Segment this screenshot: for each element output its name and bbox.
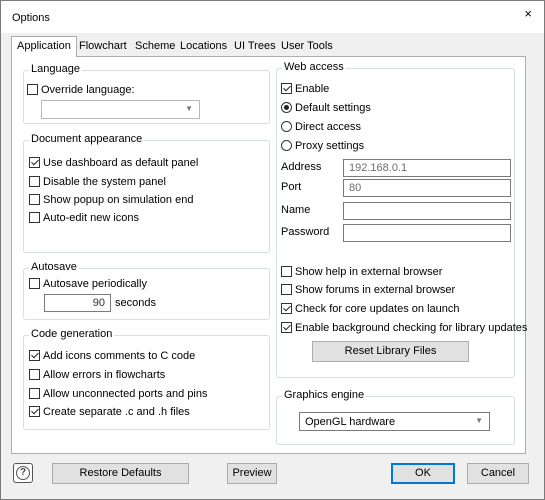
web-access-group: Web access Enable Default settings Direc… bbox=[276, 61, 527, 378]
window-title: Options bbox=[12, 12, 50, 24]
checkbox-label: Show help in external browser bbox=[295, 266, 443, 278]
autosave-periodically-checkbox[interactable]: Autosave periodically bbox=[29, 277, 147, 291]
checkbox-label: Create separate .c and .h files bbox=[43, 406, 190, 418]
checkbox-box bbox=[29, 176, 40, 187]
code-generation-title: Code generation bbox=[29, 328, 115, 340]
ok-button[interactable]: OK bbox=[391, 463, 455, 484]
address-field[interactable]: 192.168.0.1 bbox=[343, 159, 511, 177]
cancel-button[interactable]: Cancel bbox=[467, 463, 529, 484]
autosave-interval-input[interactable]: 90 bbox=[44, 294, 111, 312]
radio-direct-access[interactable]: Direct access bbox=[281, 120, 361, 134]
language-select[interactable]: ▼ bbox=[41, 100, 200, 119]
checkbox-box bbox=[29, 278, 40, 289]
disable-system-panel-checkbox[interactable]: Disable the system panel bbox=[29, 175, 166, 189]
checkbox-label: Show popup on simulation end bbox=[43, 194, 194, 206]
code-generation-group: Code generation Add icons comments to C … bbox=[23, 328, 270, 430]
address-label: Address bbox=[281, 161, 322, 173]
web-enable-checkbox[interactable]: Enable bbox=[281, 82, 329, 96]
radio-proxy-settings[interactable]: Proxy settings bbox=[281, 139, 364, 153]
port-field[interactable]: 80 bbox=[343, 179, 511, 197]
options-dialog: Options × Application Flowchart Scheme L… bbox=[0, 0, 545, 500]
checkbox-label: Autosave periodically bbox=[43, 278, 147, 290]
name-field[interactable] bbox=[343, 202, 511, 220]
radio-default-settings[interactable]: Default settings bbox=[281, 101, 371, 115]
override-language-label: Override language: bbox=[41, 84, 135, 96]
document-appearance-title: Document appearance bbox=[29, 133, 145, 145]
checkbox-label: Disable the system panel bbox=[43, 176, 166, 188]
chevron-down-icon: ▼ bbox=[475, 416, 483, 425]
auto-edit-icons-checkbox[interactable]: Auto-edit new icons bbox=[29, 211, 139, 225]
use-dashboard-checkbox[interactable]: Use dashboard as default panel bbox=[29, 156, 198, 170]
radio-dot bbox=[281, 121, 292, 132]
language-group: Language Override language: ▼ bbox=[23, 63, 270, 124]
checkbox-label: Add icons comments to C code bbox=[43, 350, 196, 362]
radio-label: Default settings bbox=[295, 102, 371, 114]
allow-errors-checkbox[interactable]: Allow errors in flowcharts bbox=[29, 368, 165, 382]
radio-label: Direct access bbox=[295, 121, 362, 133]
port-label: Port bbox=[281, 181, 302, 193]
checkbox-label: Show forums in external browser bbox=[295, 284, 456, 296]
tab-application[interactable]: Application bbox=[11, 36, 77, 57]
checkbox-box bbox=[29, 157, 40, 168]
graphics-engine-group: Graphics engine OpenGL hardware ▼ bbox=[276, 389, 515, 445]
reset-library-files-button[interactable]: Reset Library Files bbox=[312, 341, 469, 362]
radio-label: Proxy settings bbox=[295, 140, 365, 152]
graphics-engine-select[interactable]: OpenGL hardware ▼ bbox=[299, 412, 490, 431]
graphics-engine-title: Graphics engine bbox=[282, 389, 367, 401]
tab-locations[interactable]: Locations bbox=[175, 37, 232, 57]
question-icon: ? bbox=[16, 466, 30, 480]
tab-ui-trees[interactable]: UI Trees bbox=[229, 37, 281, 57]
checkbox-box bbox=[29, 350, 40, 361]
radio-dot bbox=[281, 102, 292, 113]
checkbox-box bbox=[29, 194, 40, 205]
checkbox-label: Enable background checking for library u… bbox=[295, 322, 528, 334]
library-updates-checkbox[interactable]: Enable background checking for library u… bbox=[281, 321, 527, 335]
checkbox-box bbox=[29, 388, 40, 399]
checkbox-label: Allow unconnected ports and pins bbox=[43, 388, 208, 400]
radio-dot bbox=[281, 140, 292, 151]
show-popup-checkbox[interactable]: Show popup on simulation end bbox=[29, 193, 193, 207]
allow-unconnected-checkbox[interactable]: Allow unconnected ports and pins bbox=[29, 387, 208, 401]
checkbox-box bbox=[281, 284, 292, 295]
graphics-engine-value: OpenGL hardware bbox=[305, 416, 396, 428]
checkbox-label: Auto-edit new icons bbox=[43, 212, 139, 224]
override-language-checkbox[interactable]: Override language: bbox=[27, 83, 135, 97]
password-field[interactable] bbox=[343, 224, 511, 242]
chevron-down-icon: ▼ bbox=[185, 104, 193, 113]
tab-flowchart[interactable]: Flowchart bbox=[74, 37, 132, 57]
tab-scheme[interactable]: Scheme bbox=[130, 37, 180, 57]
checkbox-box bbox=[27, 84, 38, 95]
checkbox-box bbox=[29, 369, 40, 380]
checkbox-box bbox=[281, 266, 292, 277]
document-appearance-group: Document appearance Use dashboard as def… bbox=[23, 133, 270, 253]
autosave-title: Autosave bbox=[29, 261, 79, 273]
help-external-browser-checkbox[interactable]: Show help in external browser bbox=[281, 265, 442, 279]
checkbox-box bbox=[281, 83, 292, 94]
autosave-group: Autosave Autosave periodically 90 second… bbox=[23, 261, 270, 320]
autosave-interval-unit: seconds bbox=[115, 297, 156, 309]
restore-defaults-button[interactable]: Restore Defaults bbox=[52, 463, 189, 484]
checkbox-label: Check for core updates on launch bbox=[295, 303, 460, 315]
close-icon[interactable]: × bbox=[524, 6, 532, 21]
preview-button[interactable]: Preview bbox=[227, 463, 277, 484]
checkbox-box bbox=[29, 406, 40, 417]
web-access-title: Web access bbox=[282, 61, 346, 73]
separate-files-checkbox[interactable]: Create separate .c and .h files bbox=[29, 405, 190, 419]
core-updates-checkbox[interactable]: Check for core updates on launch bbox=[281, 302, 460, 316]
checkbox-box bbox=[281, 322, 292, 333]
application-tab-panel: Language Override language: ▼ Document a… bbox=[11, 56, 527, 454]
forums-external-browser-checkbox[interactable]: Show forums in external browser bbox=[281, 283, 455, 297]
password-label: Password bbox=[281, 226, 330, 238]
tab-user-tools[interactable]: User Tools bbox=[276, 37, 338, 57]
language-group-title: Language bbox=[29, 63, 82, 75]
title-bar: Options × bbox=[1, 1, 544, 33]
help-button[interactable]: ? bbox=[13, 463, 33, 483]
name-label: Name bbox=[281, 204, 311, 216]
add-icons-comments-checkbox[interactable]: Add icons comments to C code bbox=[29, 349, 195, 363]
checkbox-label: Enable bbox=[295, 83, 330, 95]
checkbox-label: Use dashboard as default panel bbox=[43, 157, 199, 169]
checkbox-box bbox=[29, 212, 40, 223]
checkbox-label: Allow errors in flowcharts bbox=[43, 369, 166, 381]
checkbox-box bbox=[281, 303, 292, 314]
